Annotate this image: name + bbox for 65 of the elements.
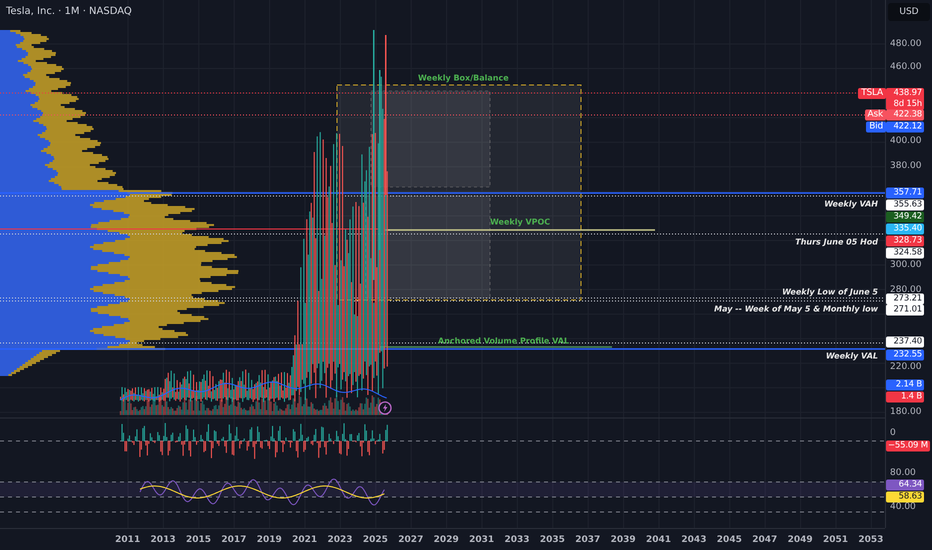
price-value: −55.09 M <box>888 440 928 452</box>
price-tick: 380.00 <box>890 161 922 171</box>
year-label: 2025 <box>362 534 389 544</box>
level-label: Weekly Low of June 5 <box>782 288 878 296</box>
price-tick: 180.00 <box>890 407 922 417</box>
currency-button[interactable]: USD <box>888 3 930 21</box>
year-label: 2043 <box>680 534 708 544</box>
price-tag-label: TSLA <box>858 88 886 99</box>
price-value: 64.34 <box>898 480 922 490</box>
price-value: 271.01 <box>893 304 922 316</box>
price-value: 438.97 <box>893 88 922 99</box>
year-label: 2037 <box>574 534 602 544</box>
price-value: 232.55 <box>893 350 922 360</box>
year-label: 2041 <box>645 534 672 544</box>
price-tick: 400.00 <box>890 136 922 146</box>
level-label: Weekly VAL <box>826 352 878 360</box>
year-label: 2049 <box>786 534 814 544</box>
price-tick: 480.00 <box>890 39 922 49</box>
price-tick: 460.00 <box>890 62 922 72</box>
price-tag-label: Bid <box>866 122 886 132</box>
year-label: 2029 <box>432 534 460 544</box>
price-value: 273.21 <box>893 294 922 304</box>
price-value: 324.58 <box>893 248 922 258</box>
year-label: 2033 <box>503 534 531 544</box>
price-tick: 80.00 <box>890 468 916 478</box>
price-value: 357.71 <box>893 188 922 198</box>
price-tick: 280.00 <box>890 285 922 295</box>
price-value: 328.73 <box>893 236 922 246</box>
level-label: Thurs June 05 Hod <box>795 238 878 246</box>
price-tag-label: Ask <box>864 110 886 120</box>
year-label: 2051 <box>822 534 850 544</box>
year-label: 2039 <box>610 534 637 544</box>
chart-annotation: Anchored Volume Profile VAL <box>438 336 570 346</box>
year-label: 2023 <box>326 534 354 544</box>
year-label: 2047 <box>751 534 778 544</box>
chart-title: Tesla, Inc. · 1M · NASDAQ <box>6 6 132 17</box>
price-value: 335.40 <box>893 224 922 234</box>
price-value: 237.40 <box>893 336 922 348</box>
year-label: 2031 <box>468 534 496 544</box>
price-value: 2.14 B <box>896 380 922 390</box>
price-value: 422.38 <box>893 110 922 120</box>
price-value: 349.42 <box>893 212 922 222</box>
year-label: 2035 <box>538 534 566 544</box>
year-label: 2013 <box>150 534 177 544</box>
year-label: 2015 <box>184 534 212 544</box>
year-label: 2011 <box>114 534 142 544</box>
year-label: 2019 <box>256 534 283 544</box>
year-label: 2017 <box>220 534 248 544</box>
year-label: 2045 <box>716 534 743 544</box>
price-tick: 220.00 <box>890 362 922 372</box>
chart-annotation: Weekly Box/Balance <box>418 74 509 82</box>
price-tick: 40.00 <box>890 502 916 512</box>
price-tick: 0 <box>890 428 896 438</box>
countdown-text: 8d 15h <box>893 99 922 110</box>
year-label: 2053 <box>857 534 884 544</box>
year-label: 2027 <box>397 534 424 544</box>
price-value: 1.4 B <box>900 392 922 402</box>
price-tick: 300.00 <box>890 260 922 270</box>
level-label: Weekly VAH <box>824 200 878 208</box>
price-value: 422.12 <box>893 122 922 132</box>
year-label: 2021 <box>291 534 318 544</box>
level-label: May -- Week of May 5 & Monthly low <box>714 304 878 314</box>
price-value: 355.63 <box>893 200 922 210</box>
chart-annotation: Weekly VPOC <box>490 218 550 226</box>
price-value: 58.63 <box>898 492 922 502</box>
